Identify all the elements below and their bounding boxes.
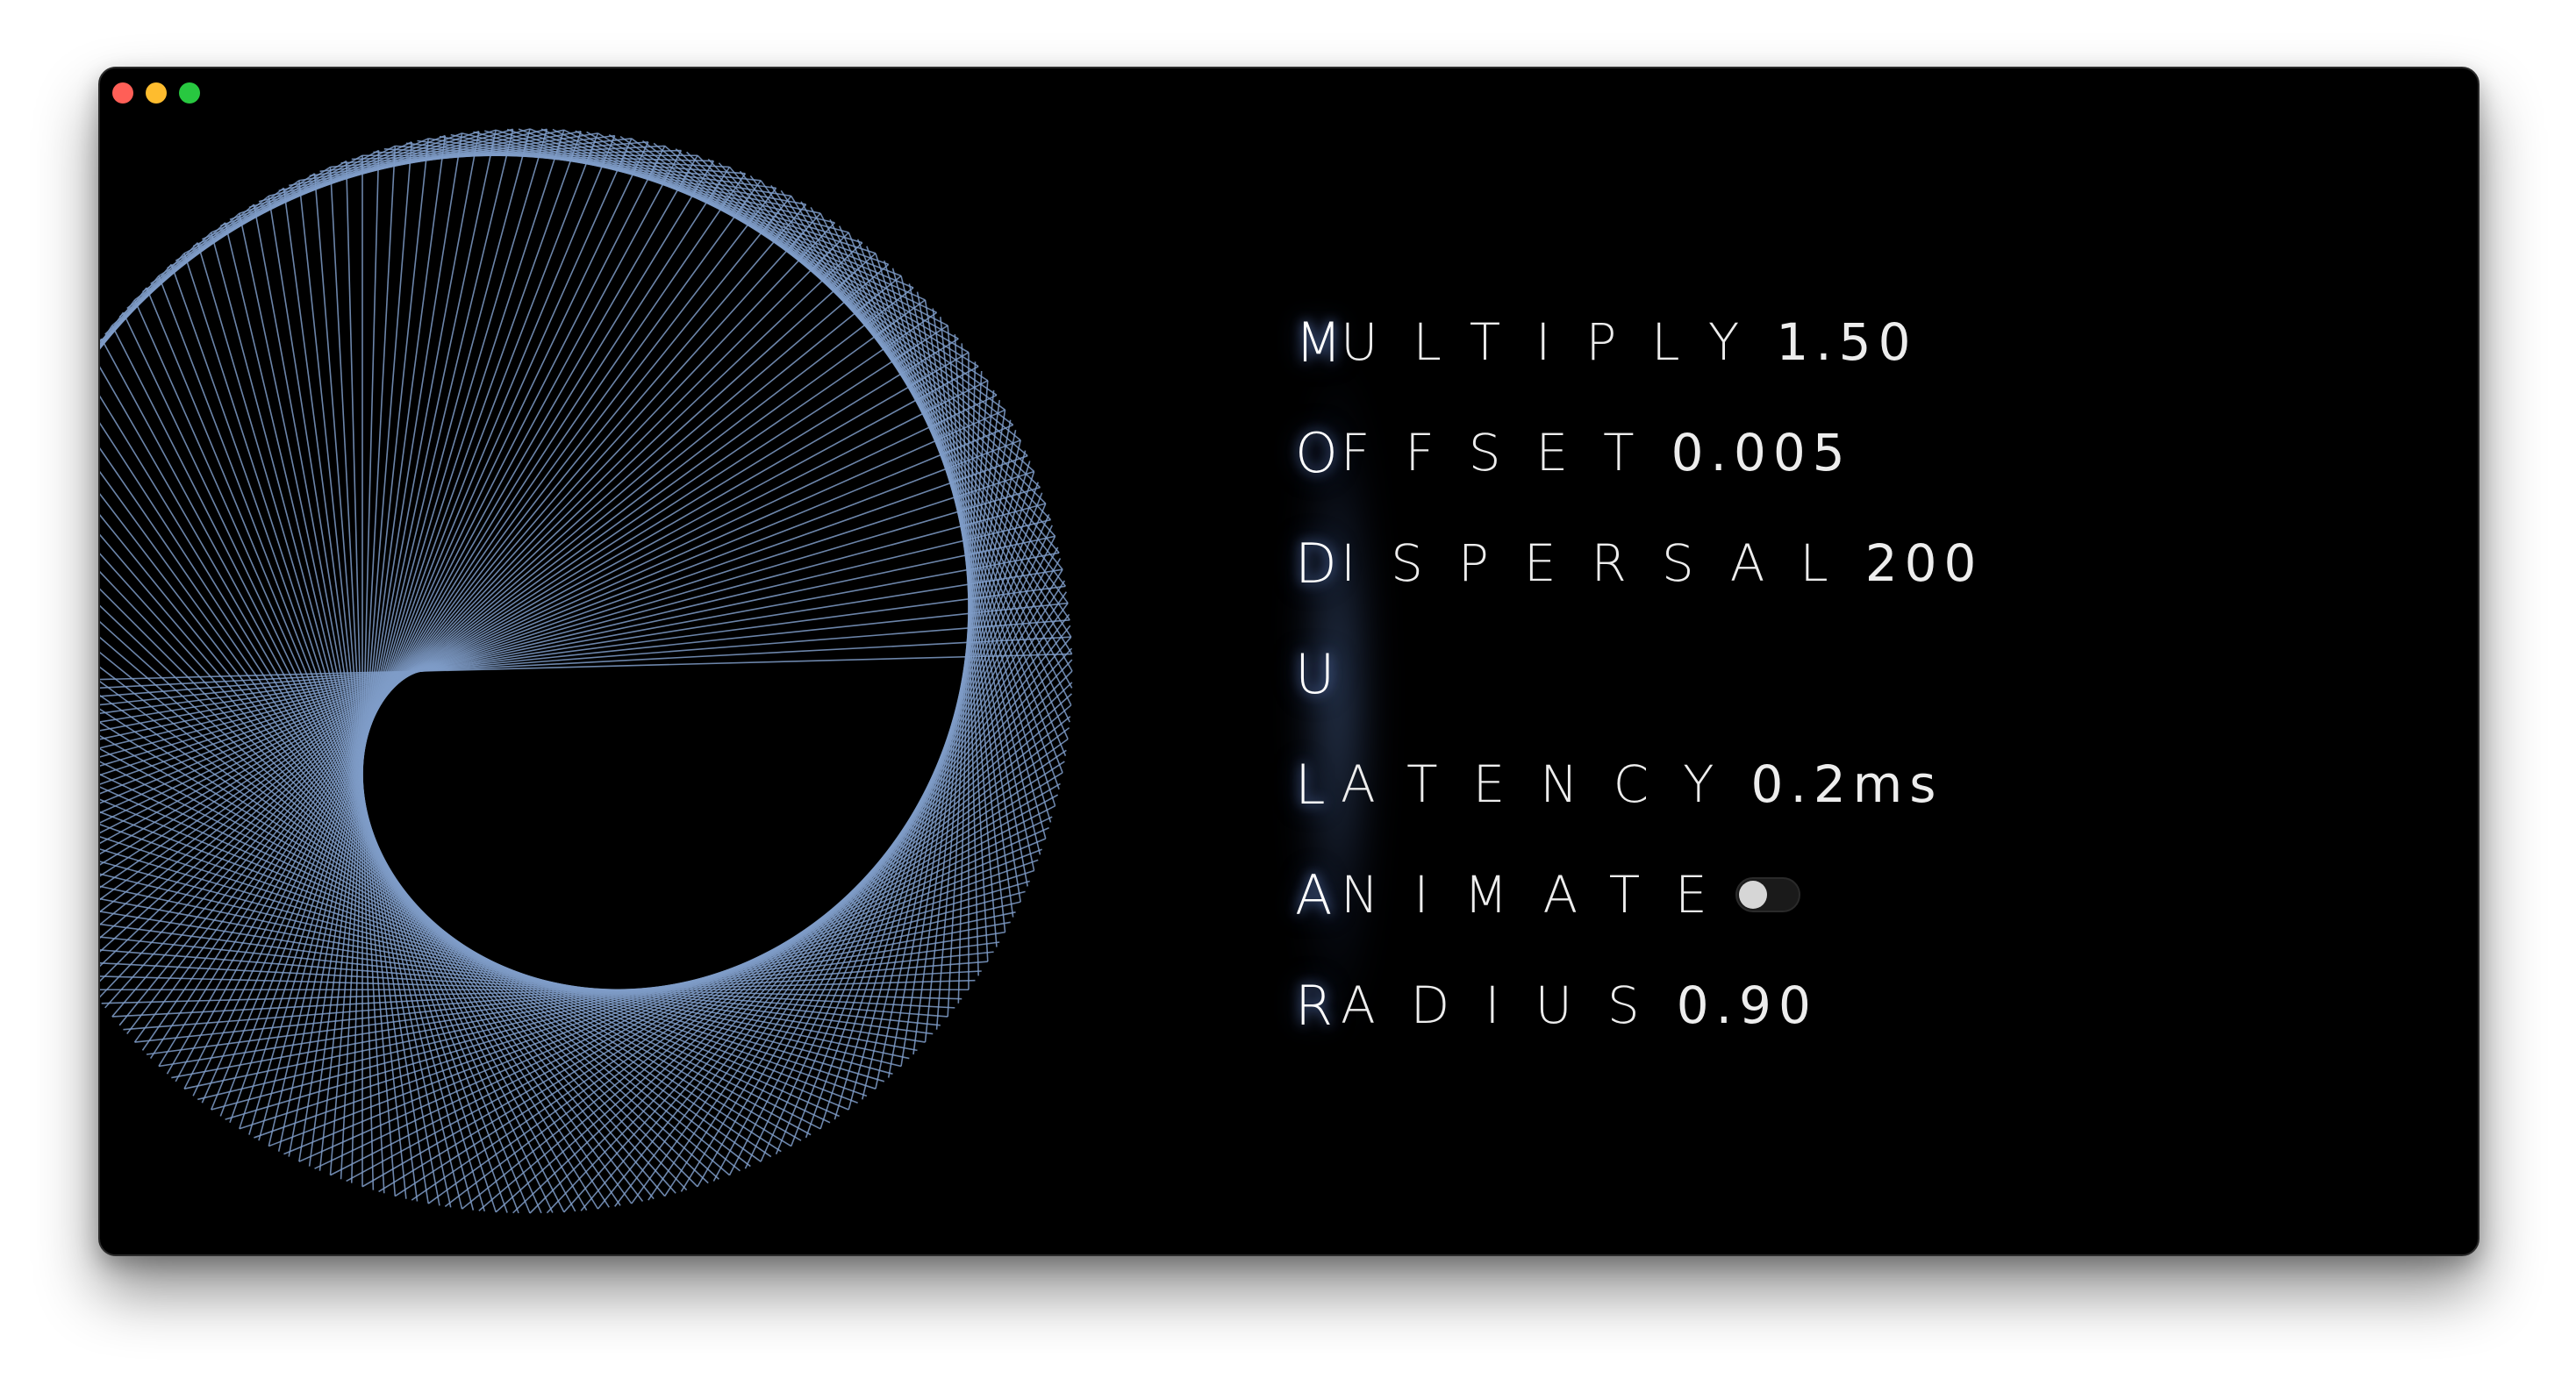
string-line (100, 394, 998, 824)
animate-toggle[interactable] (1735, 877, 1800, 912)
string-line (100, 424, 1013, 804)
title-letter-m: M (1295, 310, 1342, 375)
string-line (111, 204, 807, 1018)
radius-value[interactable]: 0.90 (1677, 975, 1818, 1035)
offset-value[interactable]: 0.005 (1671, 423, 1852, 482)
string-line (100, 299, 136, 349)
title-letter-a: A (1295, 862, 1333, 927)
offset-label: FFSET (1341, 423, 1670, 482)
offset-control[interactable]: O FFSET 0.005 (1295, 418, 2260, 488)
multiply-label: ULTIPLY (1341, 312, 1775, 372)
string-line (100, 253, 877, 953)
string-line (100, 848, 885, 1082)
string-line (149, 166, 731, 1059)
title-row-u: U (1295, 639, 2260, 709)
string-line (100, 503, 1046, 758)
latency-label: ATENCY (1341, 754, 1750, 814)
title-letter-l: L (1295, 752, 1326, 817)
string-line (126, 187, 777, 1035)
latency-control[interactable]: L ATENCY 0.2ms (1295, 749, 2260, 819)
animate-control[interactable]: A NIMATE (1295, 860, 2260, 930)
animate-label: NIMATE (1341, 865, 1742, 925)
modular-visualization-canvas (100, 128, 1073, 1214)
dispersal-control[interactable]: D ISPERSAL 200 (1295, 528, 2260, 598)
string-line (805, 482, 1039, 1139)
string-line (100, 873, 902, 1068)
title-letter-r: R (1295, 973, 1334, 1038)
app-window: M ULTIPLY 1.50 O FFSET 0.005 D ISPERSAL … (98, 67, 2479, 1256)
dispersal-value[interactable]: 200 (1865, 533, 1984, 593)
toggle-knob (1738, 881, 1767, 909)
title-letter-u: U (1295, 641, 1335, 706)
radius-control[interactable]: R ADIUS 0.90 (1295, 970, 2260, 1040)
string-line (104, 212, 821, 1009)
title-letter-d: D (1295, 531, 1337, 596)
multiply-value[interactable]: 1.50 (1776, 312, 1917, 372)
dispersal-label: ISPERSAL (1341, 533, 1864, 593)
latency-value[interactable]: 0.2ms (1751, 754, 1943, 814)
string-line (100, 338, 959, 866)
string-line (597, 625, 1071, 1210)
string-line (697, 558, 1062, 1188)
radius-label: ADIUS (1341, 975, 1675, 1035)
string-line (790, 492, 1043, 1147)
string-lines (100, 128, 1073, 1214)
string-line (100, 585, 1066, 715)
string-line (141, 173, 747, 1051)
title-letter-o: O (1295, 420, 1338, 485)
multiply-control[interactable]: M ULTIPLY 1.50 (1295, 307, 2260, 377)
string-line (900, 275, 1041, 855)
